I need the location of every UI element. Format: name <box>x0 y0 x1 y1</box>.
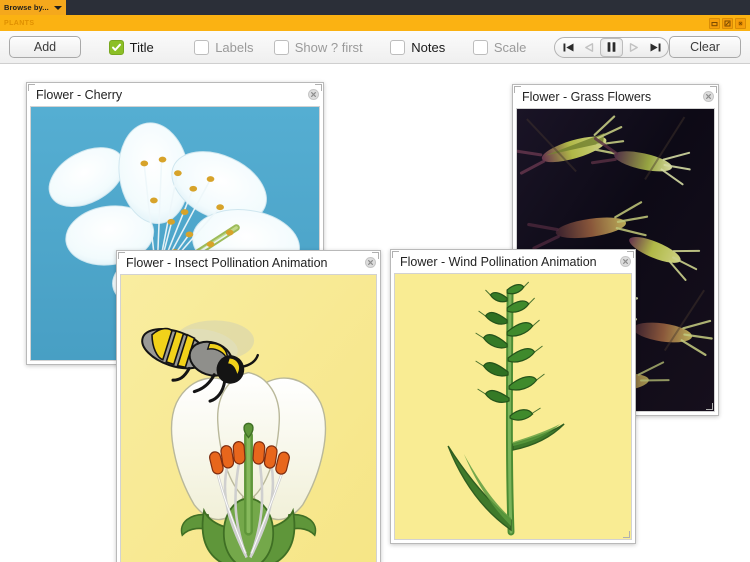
minimize-window-button[interactable] <box>709 17 720 29</box>
card-wind-pollination-header[interactable]: Flower - Wind Pollination Animation <box>391 250 635 273</box>
checkbox-title-label: Title <box>129 39 154 55</box>
card-canvas: Flower - Grass Flowers Flower - Cherry F… <box>0 64 750 562</box>
pause-icon <box>607 42 616 52</box>
application-window: Browse by... PLANTS Add Title Labels Sho… <box>0 0 750 562</box>
app-title: PLANTS <box>4 19 35 27</box>
checkbox-title-box[interactable] <box>108 39 124 55</box>
chrome-right-filler <box>746 0 750 15</box>
resize-handle-bottom-right[interactable] <box>622 530 630 538</box>
pause-button[interactable] <box>600 37 623 57</box>
skip-back-icon <box>563 43 573 51</box>
resize-handle-top-right[interactable] <box>709 86 717 94</box>
resize-handle-bottom-right[interactable] <box>705 402 713 410</box>
clear-button[interactable]: Clear <box>669 36 741 58</box>
toolbar: Add Title Labels Show ? first Notes Scal… <box>0 31 750 64</box>
skip-forward-icon <box>650 43 660 51</box>
step-forward-button[interactable] <box>624 38 644 57</box>
app-title-bar: PLANTS <box>0 15 750 31</box>
resize-handle-top-right[interactable] <box>626 251 634 259</box>
add-button-label: Add <box>33 40 57 54</box>
checkbox-labels-box[interactable] <box>194 39 210 55</box>
checkbox-notes-label: Notes <box>411 39 446 55</box>
resize-handle-top-right[interactable] <box>371 252 379 260</box>
resize-handle-top-left[interactable] <box>514 86 522 94</box>
step-back-button[interactable] <box>579 38 599 57</box>
checkbox-scale[interactable]: Scale <box>472 39 527 55</box>
checkbox-labels-label: Labels <box>215 39 254 55</box>
card-wind-pollination-media <box>394 273 632 540</box>
checkbox-title[interactable]: Title <box>108 39 154 55</box>
card-cherry-header[interactable]: Flower - Cherry <box>27 83 323 106</box>
checkbox-show-question-first-label: Show ? first <box>294 39 363 55</box>
card-grass-flowers-title: Flower - Grass Flowers <box>522 89 652 104</box>
resize-handle-top-right[interactable] <box>314 84 322 92</box>
add-button[interactable]: Add <box>9 36 81 58</box>
checkbox-notes-box[interactable] <box>390 39 406 55</box>
card-grass-flowers-header[interactable]: Flower - Grass Flowers <box>513 85 718 108</box>
clear-button-label: Clear <box>690 40 720 54</box>
resize-handle-top-left[interactable] <box>28 84 36 92</box>
card-insect-pollination-title: Flower - Insect Pollination Animation <box>126 255 328 270</box>
checkbox-labels[interactable]: Labels <box>194 39 254 55</box>
skip-to-start-button[interactable] <box>558 38 578 57</box>
resize-handle-top-left[interactable] <box>118 252 126 260</box>
step-back-icon <box>585 42 594 52</box>
card-wind-pollination[interactable]: Flower - Wind Pollination Animation <box>390 249 636 544</box>
step-forward-icon <box>629 42 638 52</box>
card-insect-pollination-media <box>120 274 377 562</box>
skip-to-end-button[interactable] <box>645 38 665 57</box>
card-cherry-title: Flower - Cherry <box>36 87 123 102</box>
browse-by-tab[interactable]: Browse by... <box>0 0 66 15</box>
card-wind-pollination-title: Flower - Wind Pollination Animation <box>400 254 597 269</box>
resize-handle-top-left[interactable] <box>392 251 400 259</box>
card-insect-pollination[interactable]: Flower - Insect Pollination Animation <box>116 250 381 562</box>
card-insect-pollination-header[interactable]: Flower - Insect Pollination Animation <box>117 251 380 274</box>
checkbox-scale-box[interactable] <box>472 39 488 55</box>
checkbox-notes[interactable]: Notes <box>390 39 446 55</box>
illustration-insect-pollination <box>121 275 376 562</box>
illustration-wind-pollination <box>395 274 631 539</box>
maximize-window-button[interactable] <box>722 17 733 29</box>
playback-controls <box>554 36 669 58</box>
checkbox-scale-label: Scale <box>493 39 527 55</box>
check-icon <box>111 43 121 51</box>
checkbox-show-question-first-box[interactable] <box>273 39 289 55</box>
chevron-down-icon <box>54 5 62 10</box>
close-window-button[interactable] <box>735 17 746 29</box>
browse-by-label: Browse by... <box>4 3 49 12</box>
window-chrome: Browse by... <box>0 0 750 15</box>
checkbox-show-question-first[interactable]: Show ? first <box>273 39 363 55</box>
window-buttons <box>709 17 750 29</box>
